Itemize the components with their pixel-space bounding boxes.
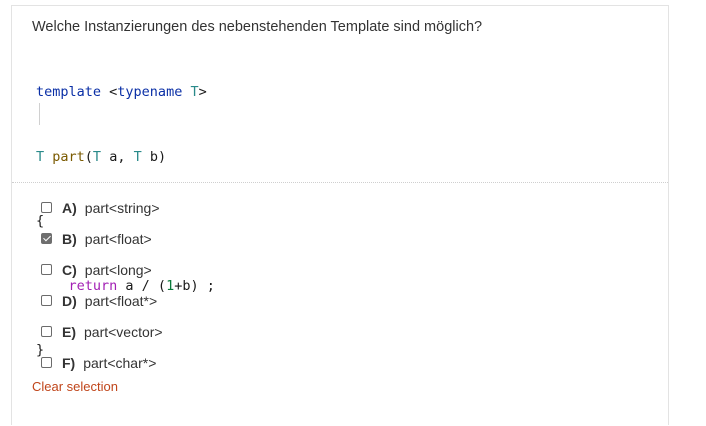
checkbox[interactable] (41, 326, 52, 337)
code-number: 1 (166, 277, 175, 294)
option-label: part<vector> (84, 323, 163, 340)
option-label: part<long> (84, 261, 152, 278)
code-line-1: template <typename T> (36, 82, 215, 104)
code-text: b) (141, 148, 167, 165)
option-label: part<char*> (83, 354, 157, 371)
option-e[interactable]: E) part<vector> (41, 316, 163, 347)
option-a[interactable]: A) part<string> (41, 192, 163, 223)
code-text: a, (101, 148, 134, 165)
indent-guide (39, 103, 40, 125)
option-letter: E) (62, 323, 76, 340)
question-text: Welche Instanzierungen des nebenstehende… (32, 19, 483, 35)
option-letter: C) (62, 261, 77, 278)
option-letter: A) (62, 199, 77, 216)
code-line-2: T part(T a, T b) (36, 147, 215, 169)
code-type: T (36, 148, 45, 165)
option-letter: F) (62, 354, 76, 371)
option-d[interactable]: D) part<float*> (41, 285, 163, 316)
checkbox[interactable] (41, 264, 52, 275)
option-label: part<float*> (84, 292, 158, 309)
code-keyword: typename (117, 84, 183, 100)
checkbox[interactable] (41, 202, 52, 213)
option-label: part<string> (84, 199, 160, 216)
option-label: part<float> (84, 230, 152, 247)
checkbox[interactable] (41, 357, 52, 368)
divider (12, 182, 668, 183)
question-card: Welche Instanzierungen des nebenstehende… (11, 5, 669, 425)
option-f[interactable]: F) part<char*> (41, 347, 163, 378)
code-type: T (133, 148, 142, 165)
option-letter: D) (62, 292, 77, 309)
code-type: T (182, 84, 199, 100)
checkbox[interactable] (41, 295, 52, 306)
option-letter: B) (62, 230, 77, 247)
option-b[interactable]: B) part<float> (41, 223, 163, 254)
code-text: ( (84, 148, 93, 165)
code-type: T (92, 148, 102, 165)
code-text: < (101, 84, 118, 100)
answer-options: A) part<string> B) part<float> C) part<l… (41, 192, 163, 378)
code-text: > (198, 84, 207, 100)
code-text: +b) ; (174, 277, 215, 294)
code-keyword: template (36, 84, 102, 100)
code-function: part (44, 148, 85, 165)
option-c[interactable]: C) part<long> (41, 254, 163, 285)
clear-selection-link[interactable]: Clear selection (32, 379, 118, 394)
checkbox[interactable] (41, 233, 52, 244)
